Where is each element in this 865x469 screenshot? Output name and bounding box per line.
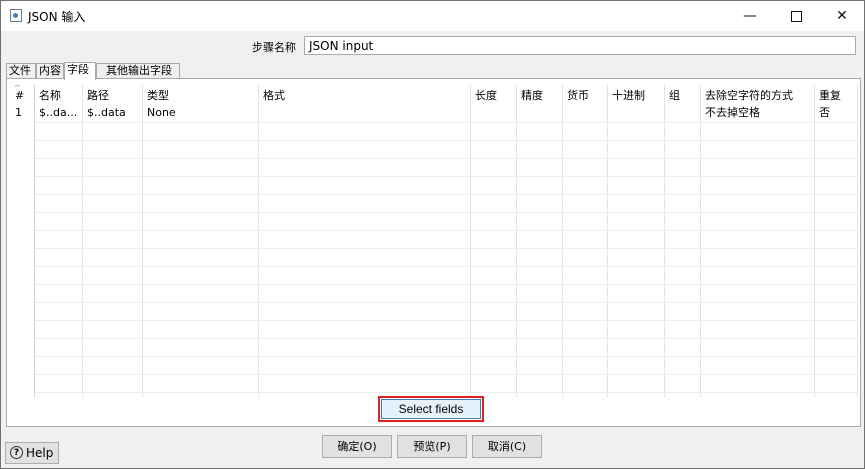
grid-line: [35, 338, 858, 339]
tab-file[interactable]: 文件: [6, 63, 36, 78]
grid-line: [516, 85, 517, 397]
maximize-button[interactable]: [773, 1, 819, 31]
column-header-repeat[interactable]: 重复: [815, 85, 857, 105]
cell-type[interactable]: None: [143, 105, 258, 122]
tab-other-output-fields[interactable]: 其他输出字段: [96, 63, 180, 78]
column-header-decimal[interactable]: 十进制: [608, 85, 664, 105]
column-header-currency[interactable]: 货币: [563, 85, 607, 105]
grid-line: [35, 284, 858, 285]
grid-line: [258, 85, 259, 397]
cell-decimal[interactable]: [608, 105, 664, 122]
grid-line: [35, 212, 858, 213]
grid-line: [470, 85, 471, 397]
column-header-type[interactable]: 类型: [143, 85, 258, 105]
column-header-group[interactable]: 组: [665, 85, 700, 105]
ok-button[interactable]: 确定(O): [322, 435, 392, 458]
minimize-button[interactable]: —: [727, 1, 773, 31]
grid-line: [34, 85, 35, 397]
maximize-icon: [790, 10, 802, 22]
close-button[interactable]: ✕: [819, 1, 865, 31]
column-header-precision[interactable]: 精度: [517, 85, 562, 105]
grid-line: [35, 122, 858, 123]
help-button[interactable]: ? Help: [5, 442, 59, 464]
grid-line: [35, 320, 858, 321]
cell-length[interactable]: [471, 105, 516, 122]
step-name-input[interactable]: JSON input: [304, 36, 856, 55]
cell-index: 1: [15, 106, 22, 119]
help-label: Help: [26, 446, 54, 460]
grid-line: [664, 85, 665, 397]
cell-name[interactable]: $..da...: [35, 105, 82, 122]
window-title: JSON 输入: [28, 10, 86, 24]
grid-line: [700, 85, 701, 397]
grid-line: [35, 230, 858, 231]
column-header-index[interactable]: #: [11, 85, 35, 105]
column-header-length[interactable]: 长度: [471, 85, 516, 105]
grid-line: [857, 85, 858, 397]
grid-line: [82, 85, 83, 397]
cell-trim-type[interactable]: 不去掉空格: [701, 105, 814, 122]
grid-line: [35, 392, 858, 393]
column-header-trim-type[interactable]: 去除空字符的方式: [701, 85, 814, 105]
help-icon: ?: [10, 446, 23, 459]
grid-line: [35, 248, 858, 249]
cancel-button[interactable]: 取消(C): [472, 435, 542, 458]
grid-line: [35, 374, 858, 375]
grid-line: [35, 158, 858, 159]
grid-line: [814, 85, 815, 397]
tab-fields[interactable]: 字段: [64, 62, 96, 80]
grid-line: [35, 356, 858, 357]
cell-path[interactable]: $..data: [83, 105, 142, 122]
tab-content[interactable]: 内容: [36, 63, 64, 78]
column-header-format[interactable]: 格式: [259, 85, 470, 105]
select-fields-button[interactable]: Select fields: [381, 399, 481, 419]
fields-panel: ^ # 名称 路径 类型 格式 长度 精度 货币 十进制 组 去除空字符的方式 …: [6, 78, 861, 427]
cell-precision[interactable]: [517, 105, 562, 122]
table-row[interactable]: 1 $..da... $..data None 不去掉空格 否: [11, 105, 858, 122]
table-header: ^ # 名称 路径 类型 格式 长度 精度 货币 十进制 组 去除空字符的方式 …: [11, 85, 858, 105]
column-header-path[interactable]: 路径: [83, 85, 142, 105]
fields-table[interactable]: ^ # 名称 路径 类型 格式 长度 精度 货币 十进制 组 去除空字符的方式 …: [11, 85, 858, 397]
cell-repeat[interactable]: 否: [815, 105, 857, 122]
cell-format[interactable]: [259, 105, 470, 122]
grid-line: [35, 194, 858, 195]
grid-line: [562, 85, 563, 397]
grid-line: [607, 85, 608, 397]
app-icon: [10, 9, 22, 22]
column-header-name[interactable]: 名称: [35, 85, 82, 105]
grid-line: [35, 266, 858, 267]
grid-line: [35, 176, 858, 177]
grid-line: [35, 140, 858, 141]
grid-line: [142, 85, 143, 397]
preview-button[interactable]: 预览(P): [397, 435, 467, 458]
title-bar: JSON 输入 — ✕: [1, 1, 864, 31]
step-name-label: 步骤名称: [252, 41, 296, 54]
grid-line: [35, 302, 858, 303]
cell-group[interactable]: [665, 105, 700, 122]
cell-currency[interactable]: [563, 105, 607, 122]
